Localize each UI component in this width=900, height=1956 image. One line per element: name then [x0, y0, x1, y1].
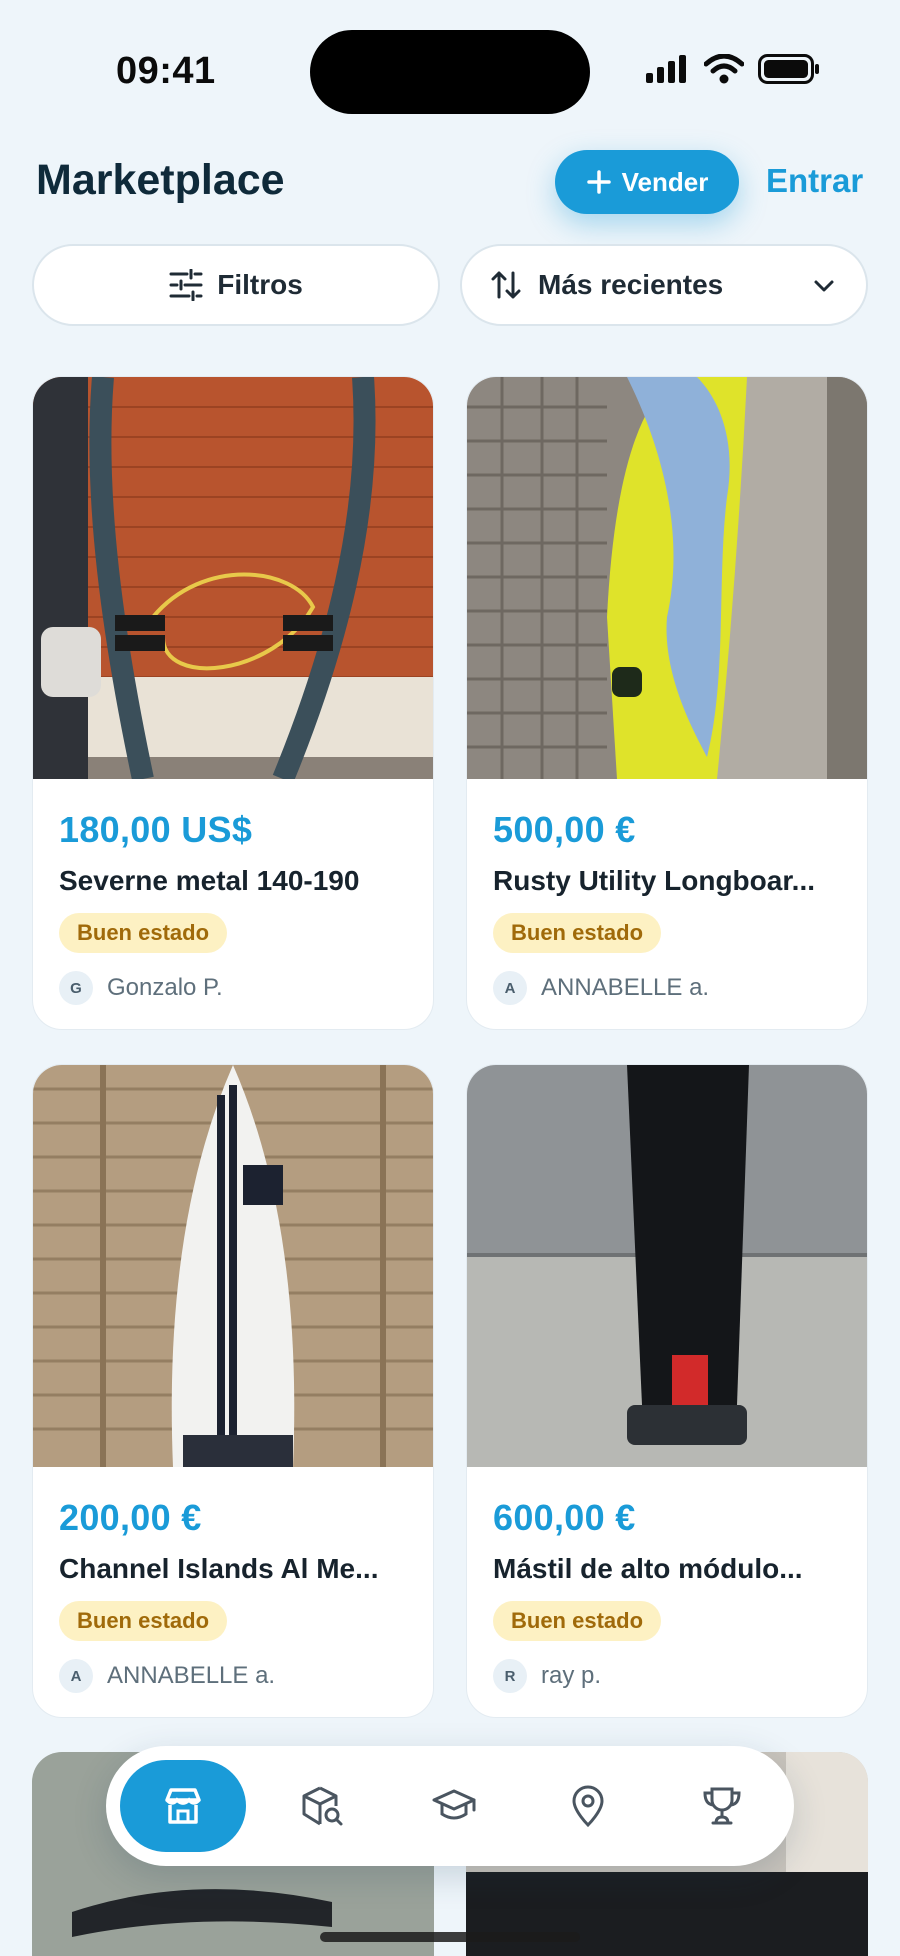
- seller-info: A ANNABELLE a.: [59, 1659, 407, 1693]
- sell-button-label: Vender: [621, 166, 709, 197]
- listing-photo-longboard: [467, 377, 867, 779]
- seller-info: G Gonzalo P.: [59, 971, 407, 1005]
- filters-row: Filtros Más recientes: [32, 244, 868, 326]
- condition-badge: Buen estado: [59, 1601, 228, 1641]
- app-header: Marketplace Vender Entrar: [0, 150, 900, 216]
- seller-avatar: A: [493, 971, 527, 1005]
- nav-learn[interactable]: [408, 1760, 500, 1852]
- status-icons: [646, 54, 820, 84]
- dynamic-island: [310, 30, 590, 114]
- sort-label: Más recientes: [538, 269, 724, 300]
- sort-arrows-icon: [491, 271, 521, 299]
- status-bar: 09:41: [0, 0, 900, 140]
- nav-marketplace[interactable]: [120, 1760, 246, 1852]
- seller-name: ray p.: [541, 1662, 602, 1689]
- condition-badge: Buen estado: [493, 1601, 662, 1641]
- seller-name: ANNABELLE a.: [107, 1662, 276, 1689]
- trophy-icon: [703, 1787, 741, 1825]
- sell-button[interactable]: Vender: [555, 150, 739, 214]
- seller-avatar: A: [59, 1659, 93, 1693]
- listing-card[interactable]: 200,00 € Channel Islands Al Me... Buen e…: [32, 1064, 434, 1718]
- listing-price: 180,00 US$: [59, 809, 253, 850]
- map-pin-icon: [572, 1785, 604, 1828]
- page-title: Marketplace: [36, 156, 285, 204]
- graduation-cap-icon: [432, 1789, 476, 1820]
- condition-badge: Buen estado: [59, 913, 228, 953]
- listing-title: Rusty Utility Longboar...: [493, 865, 816, 896]
- filters-button[interactable]: Filtros: [32, 244, 440, 326]
- store-icon: [165, 1788, 201, 1824]
- seller-avatar: G: [59, 971, 93, 1005]
- listing-price: 200,00 €: [59, 1497, 202, 1538]
- listing-photo-sail-mast: [33, 377, 433, 779]
- seller-info: R ray p.: [493, 1659, 841, 1693]
- home-indicator: [320, 1932, 580, 1942]
- plus-icon: [586, 170, 611, 194]
- signal-icon: [646, 55, 686, 83]
- condition-badge: Buen estado: [493, 913, 662, 953]
- listing-title: Channel Islands Al Me...: [59, 1553, 379, 1584]
- sliders-icon: [169, 269, 203, 301]
- nav-search-products[interactable]: [276, 1760, 368, 1852]
- status-time: 09:41: [116, 50, 216, 92]
- battery-icon: [758, 54, 819, 84]
- listing-card[interactable]: 600,00 € Mástil de alto módulo... Buen e…: [466, 1064, 868, 1718]
- listing-price: 500,00 €: [493, 809, 636, 850]
- sort-select[interactable]: Más recientes: [460, 244, 868, 326]
- bottom-nav: [106, 1746, 794, 1866]
- seller-name: Gonzalo P.: [107, 974, 223, 1001]
- login-link[interactable]: Entrar: [766, 162, 863, 200]
- listing-card[interactable]: 180,00 US$ Severne metal 140-190 Buen es…: [32, 376, 434, 1030]
- listing-photo-foil-mast: [467, 1065, 867, 1467]
- wifi-icon: [704, 54, 744, 84]
- seller-name: ANNABELLE a.: [541, 974, 710, 1001]
- listing-photo-shortboard: [33, 1065, 433, 1467]
- package-search-icon: [302, 1786, 343, 1826]
- listing-title: Severne metal 140-190: [59, 865, 360, 896]
- filters-label: Filtros: [217, 269, 303, 300]
- listing-price: 600,00 €: [493, 1497, 636, 1538]
- chevron-down-icon: [814, 280, 834, 292]
- nav-map[interactable]: [542, 1760, 634, 1852]
- nav-rankings[interactable]: [676, 1760, 768, 1852]
- seller-info: A ANNABELLE a.: [493, 971, 841, 1005]
- seller-avatar: R: [493, 1659, 527, 1693]
- listing-title: Mástil de alto módulo...: [493, 1553, 803, 1584]
- listing-card[interactable]: 500,00 € Rusty Utility Longboar... Buen …: [466, 376, 868, 1030]
